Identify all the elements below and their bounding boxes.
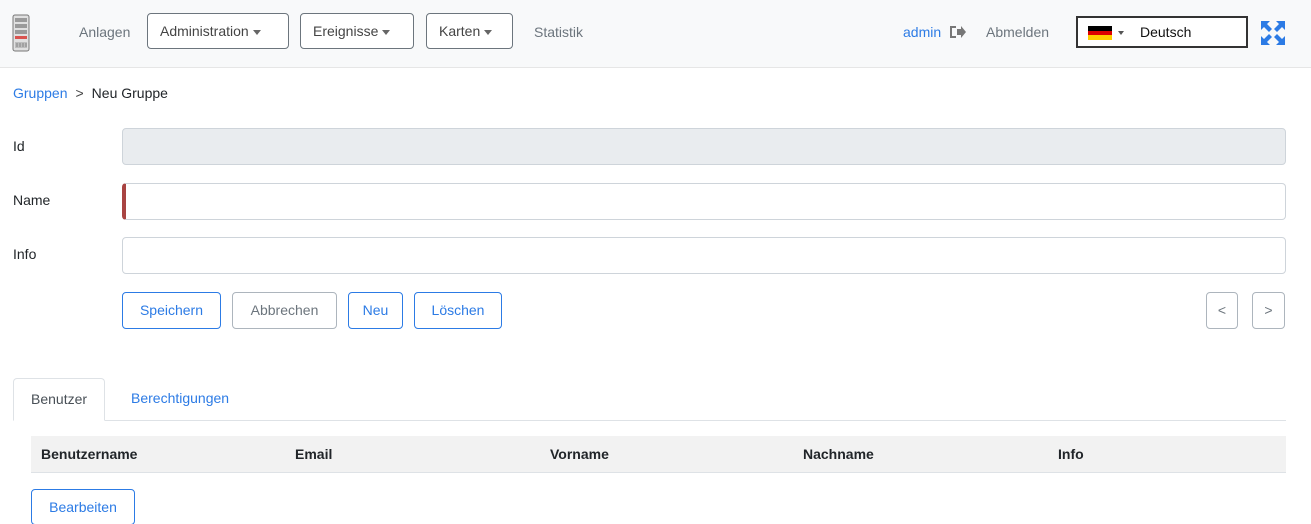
nav-karten-label: Karten: [439, 23, 481, 39]
nav-ereignisse-dropdown[interactable]: Ereignisse: [300, 13, 414, 49]
column-header-vorname[interactable]: Vorname: [550, 446, 609, 462]
breadcrumb: Gruppen > Neu Gruppe: [13, 85, 168, 101]
prev-button[interactable]: <: [1206, 292, 1238, 329]
column-header-info[interactable]: Info: [1058, 446, 1084, 462]
server-icon[interactable]: [12, 14, 30, 52]
edit-button[interactable]: Bearbeiten: [31, 489, 135, 524]
tab-bar: Benutzer Berechtigungen: [13, 378, 1286, 421]
caret-down-icon: [484, 29, 493, 35]
nav-anlagen[interactable]: Anlagen: [79, 24, 130, 40]
nav-karten-dropdown[interactable]: Karten: [426, 13, 513, 49]
language-label: Deutsch: [1140, 24, 1192, 40]
id-field: [122, 128, 1286, 165]
caret-down-icon: [382, 29, 391, 35]
nav-administration-dropdown[interactable]: Administration: [147, 13, 289, 49]
caret-down-icon: [1118, 31, 1124, 35]
breadcrumb-gruppen[interactable]: Gruppen: [13, 85, 67, 101]
nav-administration-label: Administration: [160, 23, 249, 39]
info-label: Info: [13, 246, 37, 262]
caret-down-icon: [252, 29, 261, 35]
column-header-email[interactable]: Email: [295, 446, 332, 462]
column-header-benutzername[interactable]: Benutzername: [41, 446, 137, 462]
breadcrumb-separator: >: [75, 85, 84, 101]
logout-link[interactable]: Abmelden: [986, 24, 1049, 40]
column-header-nachname[interactable]: Nachname: [803, 446, 874, 462]
new-button[interactable]: Neu: [348, 292, 403, 329]
nav-ereignisse-label: Ereignisse: [313, 23, 379, 39]
save-button[interactable]: Speichern: [122, 292, 221, 329]
name-field[interactable]: [122, 183, 1286, 220]
german-flag-icon: [1088, 26, 1112, 40]
nav-statistik[interactable]: Statistik: [534, 24, 583, 40]
tab-berechtigungen[interactable]: Berechtigungen: [114, 378, 246, 421]
delete-button[interactable]: Löschen: [414, 292, 502, 329]
table-header: Benutzername Email Vorname Nachname Info: [31, 436, 1286, 473]
tab-benutzer[interactable]: Benutzer: [13, 378, 106, 421]
expand-icon[interactable]: [1260, 20, 1286, 46]
id-label: Id: [13, 138, 25, 154]
breadcrumb-current: Neu Gruppe: [91, 85, 168, 101]
top-navbar: Anlagen Administration Ereignisse Karten…: [0, 0, 1311, 68]
sign-out-icon[interactable]: [949, 25, 967, 39]
name-label: Name: [13, 192, 51, 208]
info-field[interactable]: [122, 237, 1286, 274]
cancel-button[interactable]: Abbrechen: [232, 292, 337, 329]
user-link[interactable]: admin: [903, 24, 941, 40]
language-select[interactable]: Deutsch: [1076, 16, 1248, 48]
next-button[interactable]: >: [1252, 292, 1285, 329]
